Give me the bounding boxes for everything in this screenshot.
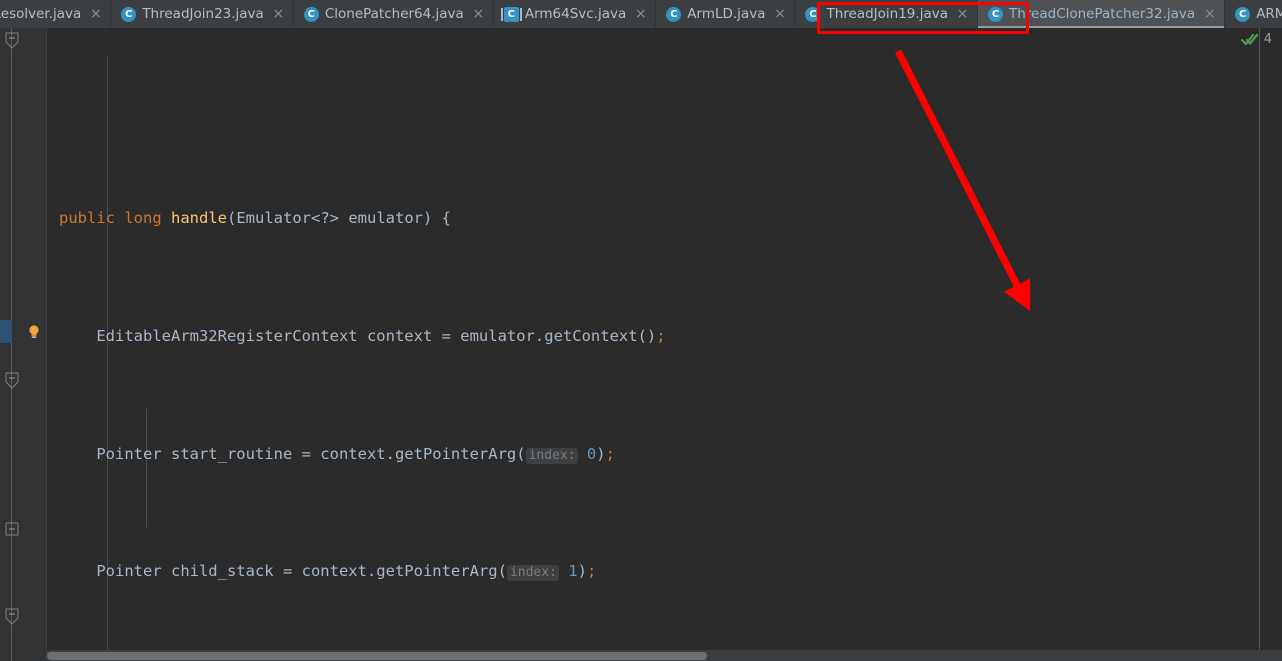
java-abstract-class-icon: C [500, 6, 522, 22]
scrollbar-thumb[interactable] [47, 652, 707, 660]
java-class-icon: C [987, 6, 1003, 22]
code-line[interactable]: public long handle(Emulator<?> emulator)… [47, 204, 1282, 233]
java-class-icon: C [303, 6, 319, 22]
editor-tab-clonepatcher64[interactable]: C ClonePatcher64.java × [294, 0, 494, 28]
editor-tab-armsvcmemory[interactable]: C ARMSvcMemory.java × [1225, 0, 1282, 28]
double-check-icon [1240, 33, 1258, 45]
close-icon[interactable]: × [773, 7, 786, 21]
editor-tab-threadjoin23[interactable]: C ThreadJoin23.java × [111, 0, 294, 28]
editor-tab-label: ARMSvcMemory.java [1256, 6, 1282, 22]
close-icon[interactable]: × [272, 7, 285, 21]
code-line[interactable]: Pointer start_routine = context.getPoint… [47, 440, 1282, 469]
ide-window: Resolver.java × C ThreadJoin23.java × C … [0, 0, 1282, 661]
code-fold-icon[interactable] [4, 32, 20, 51]
java-class-icon: C [666, 6, 682, 22]
code-fold-icon[interactable] [4, 372, 20, 391]
editor-tab-label: ThreadJoin23.java [142, 6, 264, 22]
fold-region-line [11, 28, 12, 661]
editor-tab-label: ThreadClonePatcher32.java [1008, 6, 1196, 22]
close-icon[interactable]: × [1203, 7, 1216, 21]
editor-tab-threadjoin19[interactable]: C ThreadJoin19.java × [795, 0, 978, 28]
code-fold-icon[interactable] [4, 520, 20, 539]
inspection-count: 4 [1263, 32, 1272, 47]
close-icon[interactable]: × [956, 7, 969, 21]
code-fold-icon[interactable] [4, 608, 20, 627]
editor-tab-label: ArmLD.java [687, 6, 766, 22]
code-editor[interactable]: public long handle(Emulator<?> emulator)… [0, 28, 1282, 661]
intention-bulb-icon[interactable] [26, 324, 42, 340]
close-icon[interactable]: × [472, 7, 485, 21]
editor-tab-bar[interactable]: Resolver.java × C ThreadJoin23.java × C … [0, 0, 1282, 28]
editor-gutter[interactable] [0, 28, 47, 661]
editor-tab-label: Resolver.java [0, 6, 82, 22]
editor-tab-label: ThreadJoin19.java [826, 6, 948, 22]
caret-line-marker [0, 320, 12, 343]
editor-tab-armld[interactable]: C ArmLD.java × [656, 0, 796, 28]
java-class-icon: C [805, 6, 821, 22]
horizontal-scrollbar[interactable] [47, 650, 1282, 661]
editor-right-margin-line [1259, 28, 1260, 661]
java-class-icon: C [121, 6, 137, 22]
editor-tab-resolver[interactable]: Resolver.java × [0, 0, 112, 28]
editor-tab-threadclonepatcher32[interactable]: C ThreadClonePatcher32.java × [977, 0, 1226, 28]
code-content[interactable]: public long handle(Emulator<?> emulator)… [47, 28, 1282, 661]
code-line[interactable]: EditableArm32RegisterContext context = e… [47, 322, 1282, 351]
inspection-status-widget[interactable]: 4 [1240, 32, 1272, 47]
java-class-icon: C [1235, 6, 1251, 22]
code-line[interactable]: Pointer child_stack = context.getPointer… [47, 557, 1282, 586]
editor-tab-label: ClonePatcher64.java [324, 6, 464, 22]
editor-tab-label: Arm64Svc.java [524, 6, 627, 22]
close-icon[interactable]: × [634, 7, 647, 21]
close-icon[interactable]: × [89, 7, 102, 21]
editor-tab-arm64svc[interactable]: C Arm64Svc.java × [494, 0, 657, 28]
